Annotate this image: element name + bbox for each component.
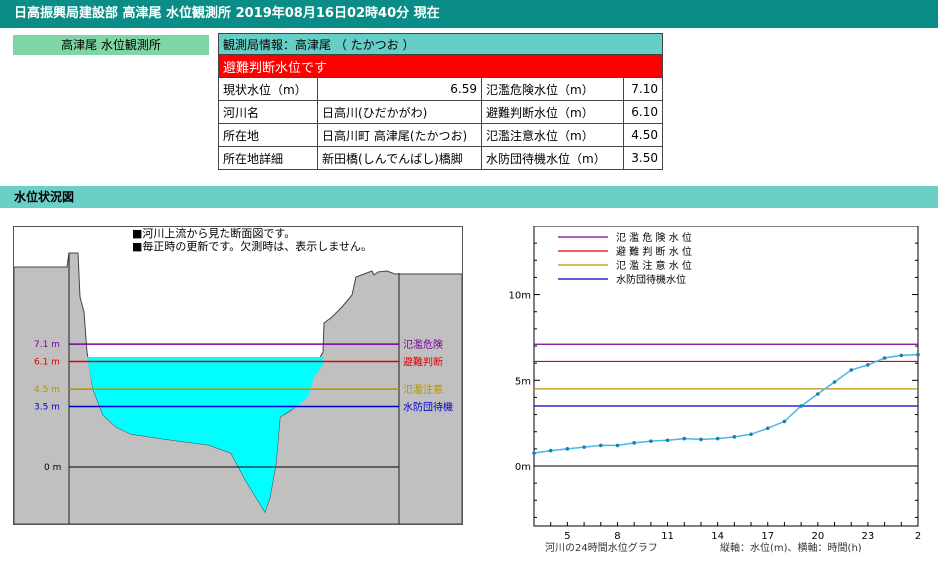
cross-section-note: ■河川上流から見た断面図です。: [132, 227, 295, 240]
x-tick-label: 17: [761, 531, 774, 542]
row-label: 現状水位（m）: [218, 77, 318, 101]
data-point: [632, 441, 636, 445]
data-point: [882, 356, 887, 360]
station-tab[interactable]: 高津尾 水位観測所: [13, 35, 209, 55]
data-point: [816, 392, 820, 396]
data-point: [916, 352, 920, 357]
data-point: [565, 447, 570, 451]
data-point: [732, 435, 737, 439]
row-value: 新田橋(しんでんばし)橋脚: [317, 146, 482, 170]
info-title: 観測局情報：高津尾 （ たかつお ）: [218, 33, 663, 55]
row-label: 氾濫注意水位（m）: [481, 123, 624, 147]
y-tick-label: 10m: [509, 291, 531, 302]
level-value-label: 6.1 m: [34, 357, 60, 367]
zero-level-label: 0 m: [44, 463, 61, 473]
row-label: 避難判断水位（m）: [481, 100, 624, 124]
plot-area: [533, 226, 919, 527]
data-point: [799, 404, 803, 408]
data-point: [899, 353, 904, 358]
data-point: [682, 436, 687, 441]
page-header: 日高振興局建設部 高津尾 水位観測所 2019年08月16日02時40分 現在: [0, 0, 938, 28]
section-title: 水位状況図: [0, 186, 938, 208]
x-tick-label: 8: [614, 531, 620, 542]
cross-section-note: ■毎正時の更新です。欠測時は、表示しません。: [132, 239, 372, 253]
row-label: 水防団待機水位（m）: [481, 146, 624, 170]
legend-label: 氾 濫 危 険 水 位: [616, 231, 692, 244]
alert-banner: 避難判断水位です: [218, 54, 663, 78]
row-label: 氾濫危険水位（m）: [481, 77, 624, 101]
data-point: [548, 448, 553, 453]
row-label: 所在地詳細: [218, 146, 318, 170]
data-point: [582, 445, 586, 449]
x-tick-label: 23: [862, 531, 875, 542]
row-value: 3.50: [622, 146, 664, 170]
level-name-label: 避難判断: [403, 355, 443, 368]
row-label: 河川名: [218, 100, 318, 124]
row-value: 日高川町 高津尾(たかつお): [317, 123, 482, 147]
legend-label: 水防団待機水位: [616, 273, 686, 286]
legend-label: 氾 濫 注 意 水 位: [616, 259, 692, 272]
current-level-value: 6.59: [317, 77, 482, 101]
data-point: [749, 432, 753, 437]
level-name-label: 氾濫危険: [403, 338, 443, 351]
level-name-label: 水防団待機: [403, 400, 453, 413]
x-tick-label: 14: [711, 531, 724, 542]
row-label: 所在地: [218, 123, 318, 147]
legend-label: 避 難 判 断 水 位: [616, 245, 692, 258]
table-row: 所在地 日高川町 高津尾(たかつお) 氾濫注意水位（m） 4.50: [218, 123, 664, 147]
level-value-label: 7.1 m: [34, 340, 60, 350]
data-point: [849, 368, 854, 372]
data-point: [866, 363, 870, 367]
water-level-chart-svg: 10m 5m 0m 氾 濫 危 険 水 位避 難 判 断 水 位氾 濫 注 意 水 …: [509, 226, 921, 554]
row-value: 6.10: [622, 100, 664, 124]
table-row: 現状水位（m） 6.59 氾濫危険水位（m） 7.10: [218, 77, 664, 101]
level-value-label: 3.5 m: [34, 402, 60, 412]
data-point: [532, 451, 536, 455]
table-row: 河川名 日高川(ひだかがわ) 避難判断水位（m） 6.10: [218, 100, 664, 124]
table-row: 所在地詳細 新田橋(しんでんばし)橋脚 水防団待機水位（m） 3.50: [218, 146, 664, 170]
data-point: [649, 439, 653, 443]
chart-caption-left: 河川の24時間水位グラフ: [545, 541, 658, 554]
x-tick-label: 11: [661, 531, 674, 542]
x-tick-label: 2: [915, 531, 921, 542]
y-tick-label: 0m: [515, 462, 531, 473]
data-point: [765, 426, 770, 431]
x-tick-label: 5: [564, 531, 570, 542]
row-value: 4.50: [622, 123, 664, 147]
data-point: [615, 443, 620, 448]
data-point: [665, 438, 670, 443]
data-point: [715, 436, 720, 441]
row-value: 7.10: [622, 77, 664, 101]
data-point: [699, 437, 703, 442]
level-value-label: 4.5 m: [34, 385, 60, 395]
cross-section-panel: 7.1 m 氾濫危険 6.1 m 避難判断 4.5 m 氾濫注意 3.5 m 水防団待機 ■河…: [13, 226, 463, 525]
y-tick-label: 5m: [515, 376, 531, 387]
level-name-label: 氾濫注意: [403, 383, 443, 396]
data-point: [782, 419, 787, 424]
chart-caption-right: 縦軸：水位(m)、横軸：時間(h): [720, 541, 862, 554]
station-info-table: 観測局情報：高津尾 （ たかつお ） 避難判断水位です 現状水位（m） 6.59…: [218, 33, 664, 170]
water-level-chart: 10m 5m 0m 氾 濫 危 険 水 位避 難 判 断 水 位氾 濫 注 意 水 …: [488, 226, 928, 556]
data-point: [598, 443, 603, 448]
x-tick-label: 20: [811, 531, 824, 542]
row-value: 日高川(ひだかがわ): [317, 100, 482, 124]
cross-section-diagram: 7.1 m 氾濫危険 6.1 m 避難判断 4.5 m 氾濫注意 3.5 m 水防団待機 ■河…: [14, 227, 462, 524]
data-point: [832, 380, 837, 384]
